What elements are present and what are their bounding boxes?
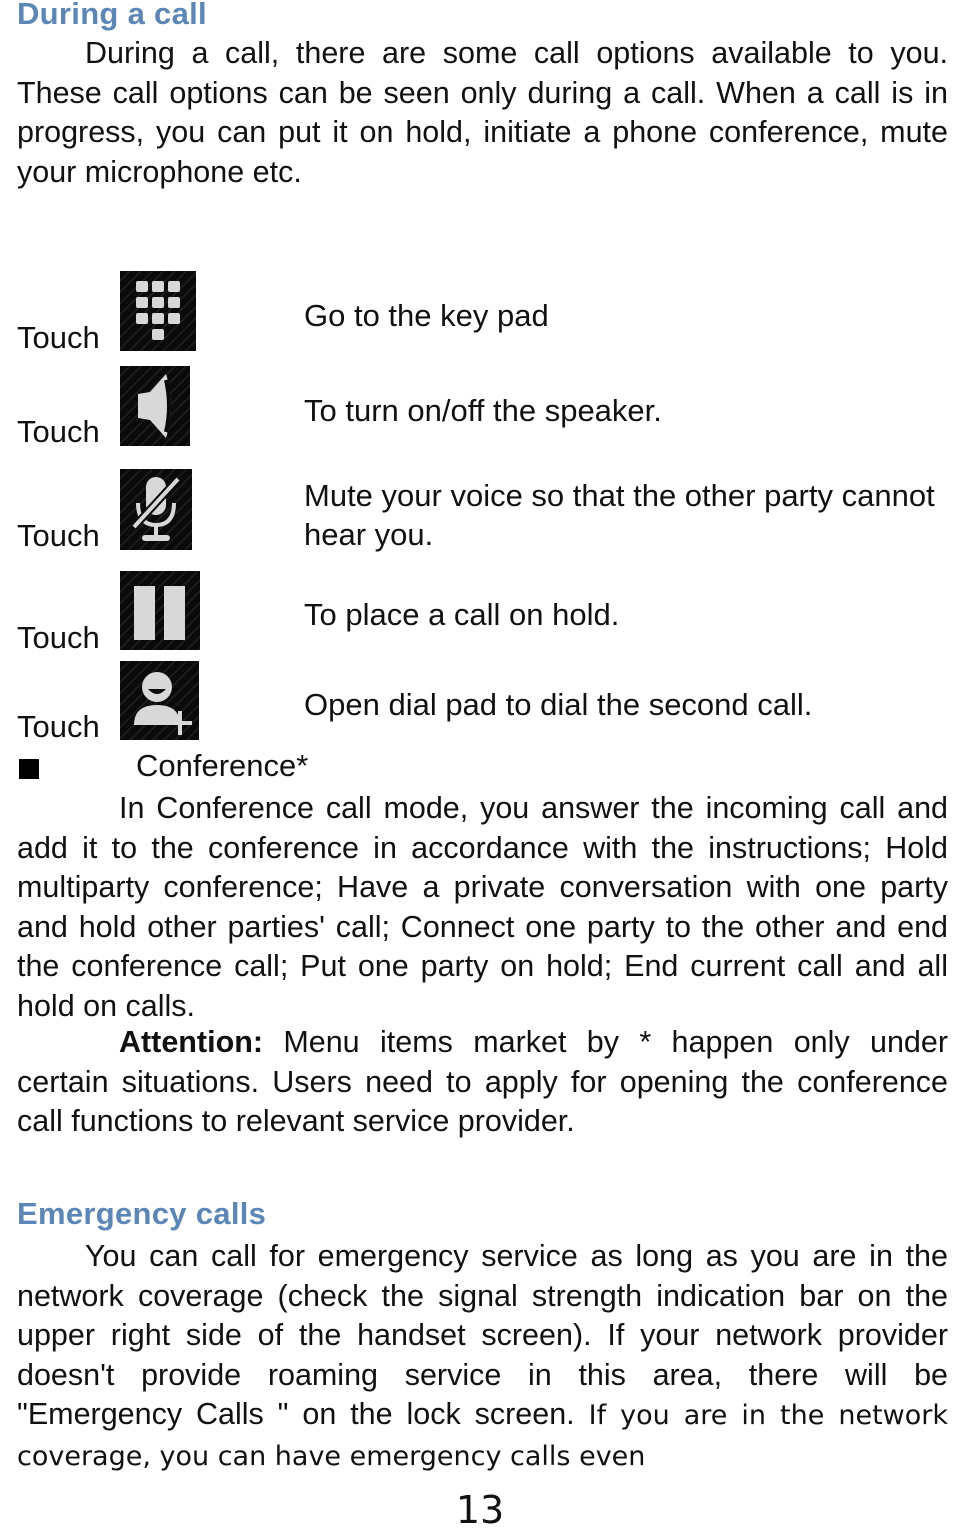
conference-body: In Conference call mode, you answer the … (17, 791, 948, 1023)
during-call-intro: During a call, there are some call optio… (17, 36, 948, 189)
emergency-body: You can call for emergency service as lo… (17, 1239, 948, 1472)
touch-label: Touch (17, 414, 100, 449)
touch-label: Touch (17, 320, 100, 355)
option-description: Go to the key pad (304, 298, 549, 333)
touch-label: Touch (17, 709, 100, 744)
speaker-icon[interactable] (120, 366, 190, 446)
section-heading-emergency-calls: Emergency calls (17, 1196, 267, 1231)
keypad-icon[interactable] (120, 271, 196, 351)
option-description: To turn on/off the speaker. (304, 393, 662, 428)
option-description: To place a call on hold. (304, 597, 620, 632)
conference-title: Conference* (136, 748, 309, 783)
touch-label: Touch (17, 620, 100, 655)
touch-label: Touch (17, 518, 100, 553)
add-call-icon[interactable] (120, 661, 199, 740)
hold-pause-icon[interactable] (120, 571, 200, 650)
attention-note: Attention: Menu items market by * happen… (17, 1025, 948, 1139)
option-description: Open dial pad to dial the second call. (304, 687, 813, 722)
attention-label: Attention: (119, 1025, 263, 1059)
page-number: 13 (455, 1488, 505, 1532)
section-heading-during-call: During a call (17, 0, 207, 31)
bullet-square-icon (19, 759, 39, 779)
mute-microphone-icon[interactable] (120, 469, 192, 550)
option-description: Mute your voice so that the other party … (304, 478, 935, 552)
